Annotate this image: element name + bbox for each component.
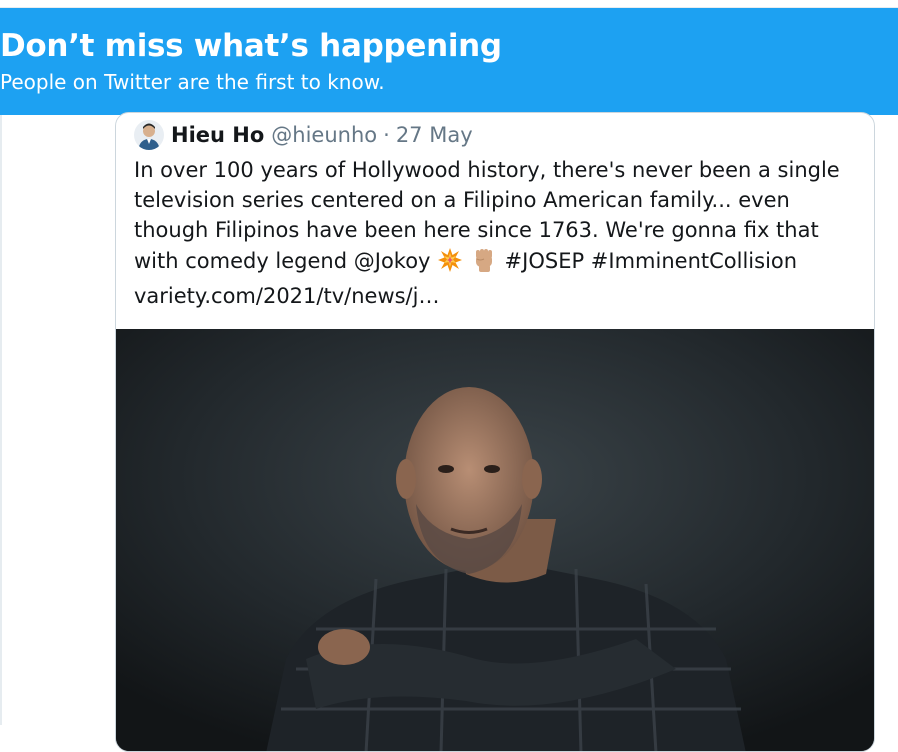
banner-title: Don’t miss what’s happening — [0, 28, 502, 64]
separator-dot: · — [383, 123, 390, 147]
tweet-header: Hieu Ho @hieunho · 27 May — [134, 119, 473, 151]
tweet-link[interactable]: variety.com/2021/tv/news/j… — [134, 281, 854, 311]
collision-icon — [437, 247, 463, 281]
banner-subtitle: People on Twitter are the first to know. — [0, 70, 385, 94]
tweet-hashtags[interactable]: #JOSEP #ImminentCollision — [505, 249, 798, 273]
tweet-date[interactable]: 27 May — [396, 123, 473, 147]
author-handle[interactable]: @hieunho — [271, 123, 377, 147]
tweet-text: In over 100 years of Hollywood history, … — [134, 155, 854, 311]
tweet-media-photo[interactable] — [116, 329, 874, 751]
signup-banner[interactable]: Don’t miss what’s happening People on Tw… — [0, 8, 898, 115]
top-edge — [0, 0, 898, 8]
quoted-tweet-card[interactable]: Hieu Ho @hieunho · 27 May In over 100 ye… — [115, 112, 875, 752]
timeline-divider — [0, 115, 2, 725]
raised-fist-icon — [470, 245, 498, 281]
avatar[interactable] — [134, 120, 164, 150]
author-name[interactable]: Hieu Ho — [171, 123, 264, 147]
